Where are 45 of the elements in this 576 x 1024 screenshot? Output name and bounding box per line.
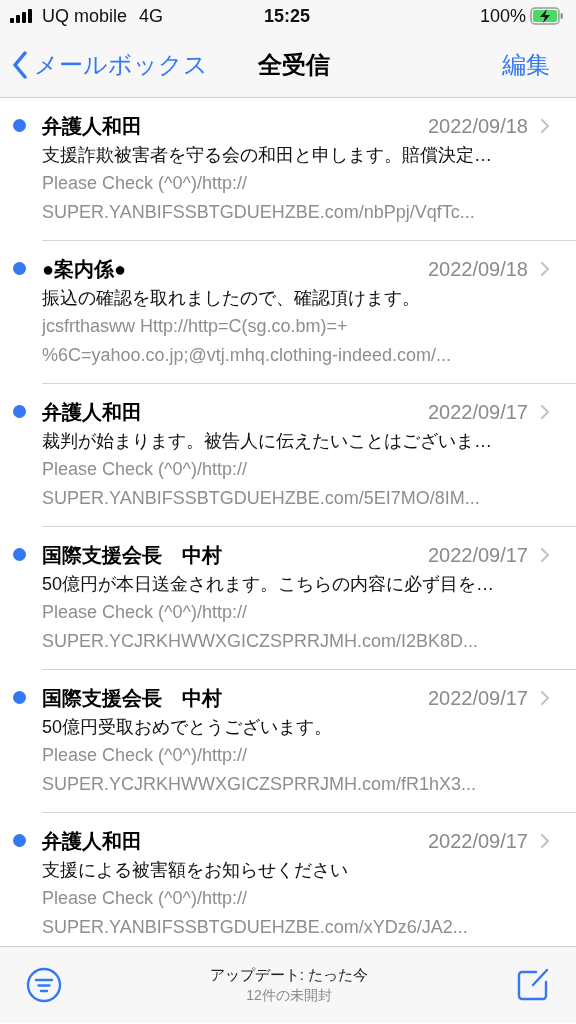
message-preview: SUPER.YCJRKHWWXGICZSPRRJMH.com/fR1hX3...: [42, 773, 478, 796]
message-date: 2022/09/18: [427, 257, 528, 281]
message-date: 2022/09/17: [427, 543, 528, 567]
sender-name: 弁護人和田: [42, 828, 143, 854]
message-row[interactable]: ●案内係● 2022/09/18 振込の確認を取れましたので、確認頂けます。 jcsfrthasww Http://http=C(sg.co.bm)=+ %6C=yahoo.co.jp;@vtj.mhq.clothing-indeed.com/...: [0, 241, 576, 384]
message-row[interactable]: 国際支援会長 中村 2022/09/17 50億円受取おめでとうございます。 Please Check (^0^)/http:// SUPER.YCJRKHWWXGICZSPRRJMH.com/fR1hX3...: [0, 670, 576, 813]
message-subject: 50億円が本日送金されます。こちらの内容に必ず目を…: [42, 573, 496, 596]
battery-percent: 100%: [479, 5, 526, 27]
unread-count: 12件の未開封: [246, 986, 332, 1005]
sender-name: ●案内係●: [42, 256, 128, 282]
carrier-name: UQ mobile: [42, 5, 128, 27]
message-preview: Please Check (^0^)/http://: [42, 887, 248, 910]
message-preview: Please Check (^0^)/http://: [42, 458, 248, 481]
message-subject: 支援による被害額をお知らせください: [42, 859, 349, 882]
message-preview: SUPER.YANBIFSSBTGDUEHZBE.com/nbPpj/VqfTc...: [42, 201, 476, 224]
message-preview: SUPER.YANBIFSSBTGDUEHZBE.com/5EI7MO/8IM...: [42, 487, 481, 510]
message-subject: 裁判が始まります。被告人に伝えたいことはございま…: [42, 430, 493, 453]
message-subject: 振込の確認を取れましたので、確認頂けます。: [42, 287, 421, 310]
message-date: 2022/09/17: [427, 400, 528, 424]
edit-button[interactable]: 編集: [379, 48, 550, 81]
message-preview: jcsfrthasww Http://http=C(sg.co.bm)=+: [42, 315, 349, 338]
clock: 15:25: [263, 5, 312, 27]
message-date: 2022/09/17: [427, 686, 528, 710]
message-preview: SUPER.YCJRKHWWXGICZSPRRJMH.com/I2BK8D...: [42, 630, 480, 653]
sender-name: 国際支援会長 中村: [42, 542, 223, 568]
message-preview: SUPER.YANBIFSSBTGDUEHZBE.com/xYDz6/JA2...: [42, 916, 469, 939]
message-date: 2022/09/18: [427, 114, 528, 138]
message-date: 2022/09/17: [427, 829, 528, 853]
message-preview: Please Check (^0^)/http://: [42, 744, 248, 767]
message-preview: Please Check (^0^)/http://: [42, 172, 248, 195]
back-button[interactable]: メールボックス: [12, 48, 208, 81]
message-row[interactable]: 弁護人和田 2022/09/17 裁判が始まります。被告人に伝えたいことはございま… Please Check (^0^)/http:// SUPER.YANBIFSSBTGDUEHZBE.com/5EI7MO/8IM...: [0, 384, 576, 527]
sender-name: 国際支援会長 中村: [42, 685, 223, 711]
mailbox-title: 全受信: [256, 49, 331, 80]
back-label: メールボックス: [34, 49, 208, 80]
message-preview: %6C=yahoo.co.jp;@vtj.mhq.clothing-indeed.com/...: [42, 344, 452, 367]
message-subject: 50億円受取おめでとうございます。: [42, 716, 334, 739]
message-row[interactable]: 国際支援会長 中村 2022/09/17 50億円が本日送金されます。こちらの内容に必ず目を… Please Check (^0^)/http:// SUPER.YCJRKHWWXGICZSPRRJMH.com/I2BK8D...: [0, 527, 576, 670]
message-row[interactable]: 弁護人和田 2022/09/18 支援詐欺被害者を守る会の和田と申します。賠償決定… Please Check (^0^)/http:// SUPER.YANBIFSSBTGDUEHZBE.com/nbPpj/VqfTc...: [0, 98, 576, 241]
sender-name: 弁護人和田: [42, 113, 143, 139]
message-preview: Please Check (^0^)/http://: [42, 601, 248, 624]
sender-name: 弁護人和田: [42, 399, 143, 425]
network-type: 4G: [139, 5, 164, 27]
update-status: アップデート: たった今: [209, 965, 369, 985]
message-subject: 支援詐欺被害者を守る会の和田と申します。賠償決定…: [42, 144, 493, 167]
